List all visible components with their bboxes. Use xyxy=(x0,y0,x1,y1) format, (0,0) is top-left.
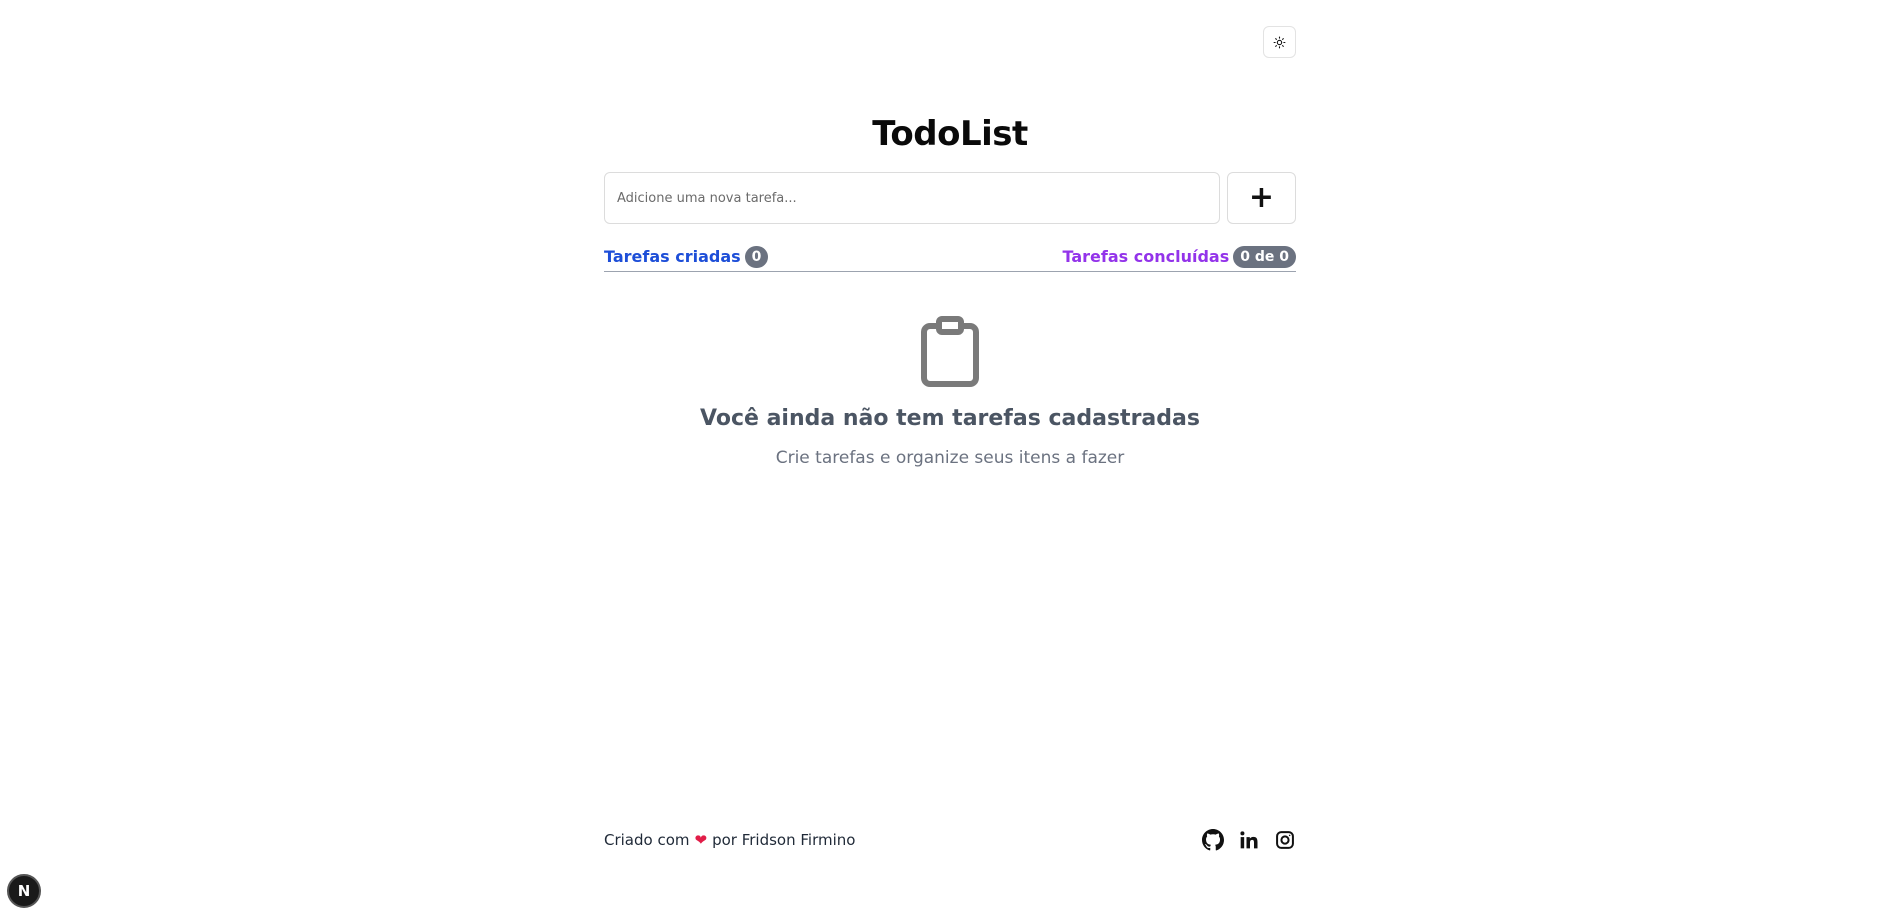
footer: Criado com ❤ por Fridson Firmino xyxy=(604,828,1296,852)
new-task-input[interactable] xyxy=(604,172,1220,224)
created-tasks-stat: Tarefas criadas 0 xyxy=(604,246,769,268)
heart-icon: ❤ xyxy=(694,831,708,849)
credit-author: por Fridson Firmino xyxy=(712,831,856,849)
theme-toggle-button[interactable] xyxy=(1263,26,1296,58)
task-stats: Tarefas criadas 0 Tarefas concluídas 0 d… xyxy=(604,246,1296,272)
app-page: TodoList + Tarefas criadas 0 Tarefas con… xyxy=(0,0,1891,924)
empty-state-title: Você ainda não tem tarefas cadastradas xyxy=(700,406,1200,431)
add-task-button[interactable]: + xyxy=(1227,172,1296,224)
linkedin-icon xyxy=(1239,831,1257,849)
social-links xyxy=(1201,829,1296,852)
instagram-link[interactable] xyxy=(1273,829,1296,852)
done-tasks-label: Tarefas concluídas xyxy=(1062,247,1230,266)
created-tasks-label: Tarefas criadas xyxy=(604,247,741,266)
dev-tools-badge[interactable]: N xyxy=(7,874,41,908)
credit-prefix: Criado com xyxy=(604,831,690,849)
github-link[interactable] xyxy=(1201,829,1224,852)
created-tasks-count-badge: 0 xyxy=(744,246,769,268)
clipboard-icon xyxy=(921,316,979,387)
sun-icon xyxy=(1273,36,1286,48)
linkedin-link[interactable] xyxy=(1237,829,1260,852)
empty-state: Você ainda não tem tarefas cadastradas C… xyxy=(604,316,1296,470)
empty-state-subtitle: Crie tarefas e organize seus itens a faz… xyxy=(775,448,1125,468)
page-title: TodoList xyxy=(872,114,1028,154)
instagram-icon xyxy=(1275,831,1294,849)
done-tasks-count-badge: 0 de 0 xyxy=(1233,246,1296,268)
github-icon xyxy=(1201,829,1224,851)
footer-credit: Criado com ❤ por Fridson Firmino xyxy=(604,831,855,849)
done-tasks-stat: Tarefas concluídas 0 de 0 xyxy=(1063,246,1296,268)
